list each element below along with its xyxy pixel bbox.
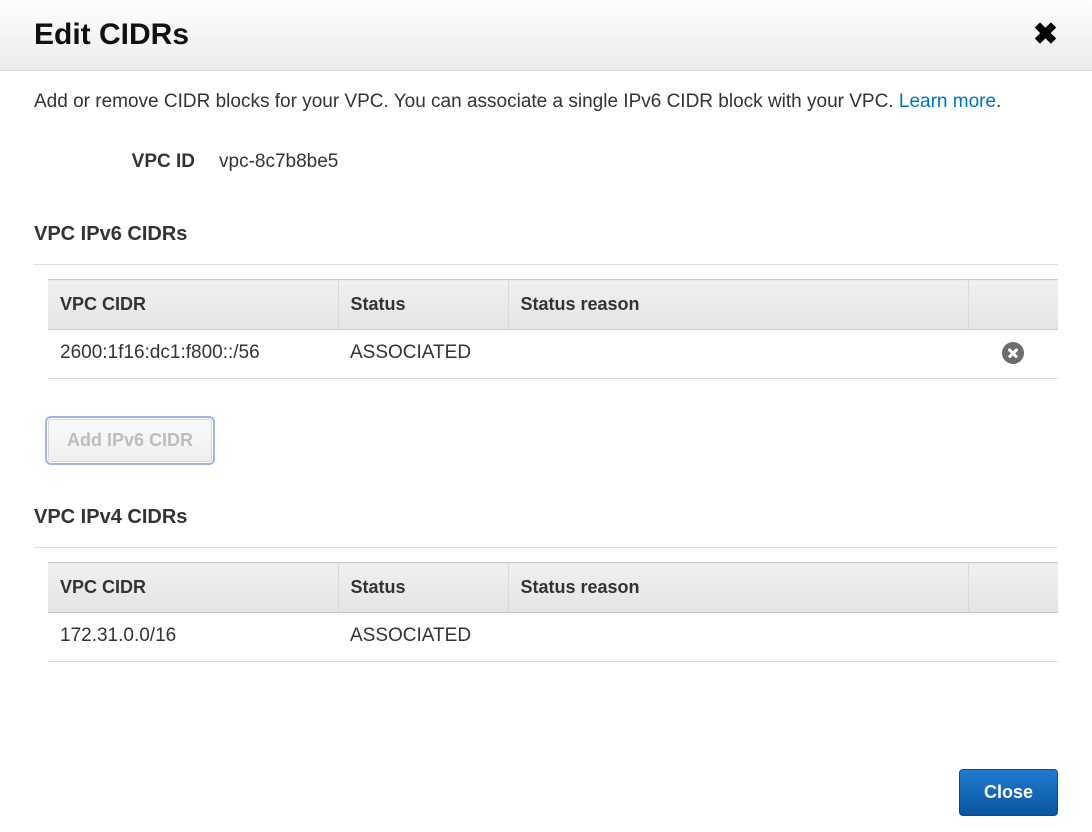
- vpc-id-row: VPC ID vpc-8c7b8be5: [34, 151, 1058, 173]
- description-text: Add or remove CIDR blocks for your VPC. …: [34, 91, 899, 112]
- cell-cidr: 2600:1f16:dc1:f800::/56: [48, 330, 338, 379]
- description-period: .: [996, 91, 1001, 112]
- ipv4-section-title: VPC IPv4 CIDRs: [34, 506, 1058, 529]
- col-header-reason: Status reason: [508, 280, 968, 330]
- col-header-action: [968, 563, 1058, 613]
- dialog-footer: Close: [0, 753, 1092, 832]
- cell-reason: [508, 613, 968, 662]
- edit-cidrs-dialog: Edit CIDRs ✖ Add or remove CIDR blocks f…: [0, 0, 1092, 832]
- add-ipv6-wrap: Add IPv6 CIDR: [48, 419, 1058, 462]
- table-header-row: VPC CIDR Status Status reason: [48, 280, 1058, 330]
- cell-status: ASSOCIATED: [338, 330, 508, 379]
- close-icon[interactable]: ✖: [1033, 20, 1058, 50]
- col-header-status: Status: [338, 563, 508, 613]
- col-header-cidr: VPC CIDR: [48, 280, 338, 330]
- ipv6-cidr-table: VPC CIDR Status Status reason 2600:1f16:…: [48, 279, 1058, 379]
- cell-cidr: 172.31.0.0/16: [48, 613, 338, 662]
- table-row: 2600:1f16:dc1:f800::/56 ASSOCIATED: [48, 330, 1058, 379]
- vpc-id-value: vpc-8c7b8be5: [219, 151, 338, 173]
- close-button[interactable]: Close: [959, 769, 1058, 816]
- col-header-action: [968, 280, 1058, 330]
- ipv4-cidr-table: VPC CIDR Status Status reason 172.31.0.0…: [48, 562, 1058, 662]
- col-header-cidr: VPC CIDR: [48, 563, 338, 613]
- vpc-id-label: VPC ID: [34, 151, 219, 173]
- ipv6-section-title: VPC IPv6 CIDRs: [34, 223, 1058, 246]
- cell-action: [968, 330, 1058, 379]
- add-ipv6-cidr-button: Add IPv6 CIDR: [48, 419, 212, 462]
- dialog-header: Edit CIDRs ✖: [0, 0, 1092, 71]
- cell-reason: [508, 330, 968, 379]
- col-header-reason: Status reason: [508, 563, 968, 613]
- cell-action: [968, 613, 1058, 662]
- remove-cidr-icon[interactable]: [1002, 342, 1024, 364]
- learn-more-link[interactable]: Learn more: [899, 91, 996, 112]
- dialog-body: Add or remove CIDR blocks for your VPC. …: [0, 71, 1092, 753]
- cell-status: ASSOCIATED: [338, 613, 508, 662]
- dialog-description: Add or remove CIDR blocks for your VPC. …: [34, 87, 1058, 117]
- divider: [34, 547, 1058, 548]
- table-row: 172.31.0.0/16 ASSOCIATED: [48, 613, 1058, 662]
- dialog-title: Edit CIDRs: [34, 18, 189, 52]
- col-header-status: Status: [338, 280, 508, 330]
- divider: [34, 264, 1058, 265]
- table-header-row: VPC CIDR Status Status reason: [48, 563, 1058, 613]
